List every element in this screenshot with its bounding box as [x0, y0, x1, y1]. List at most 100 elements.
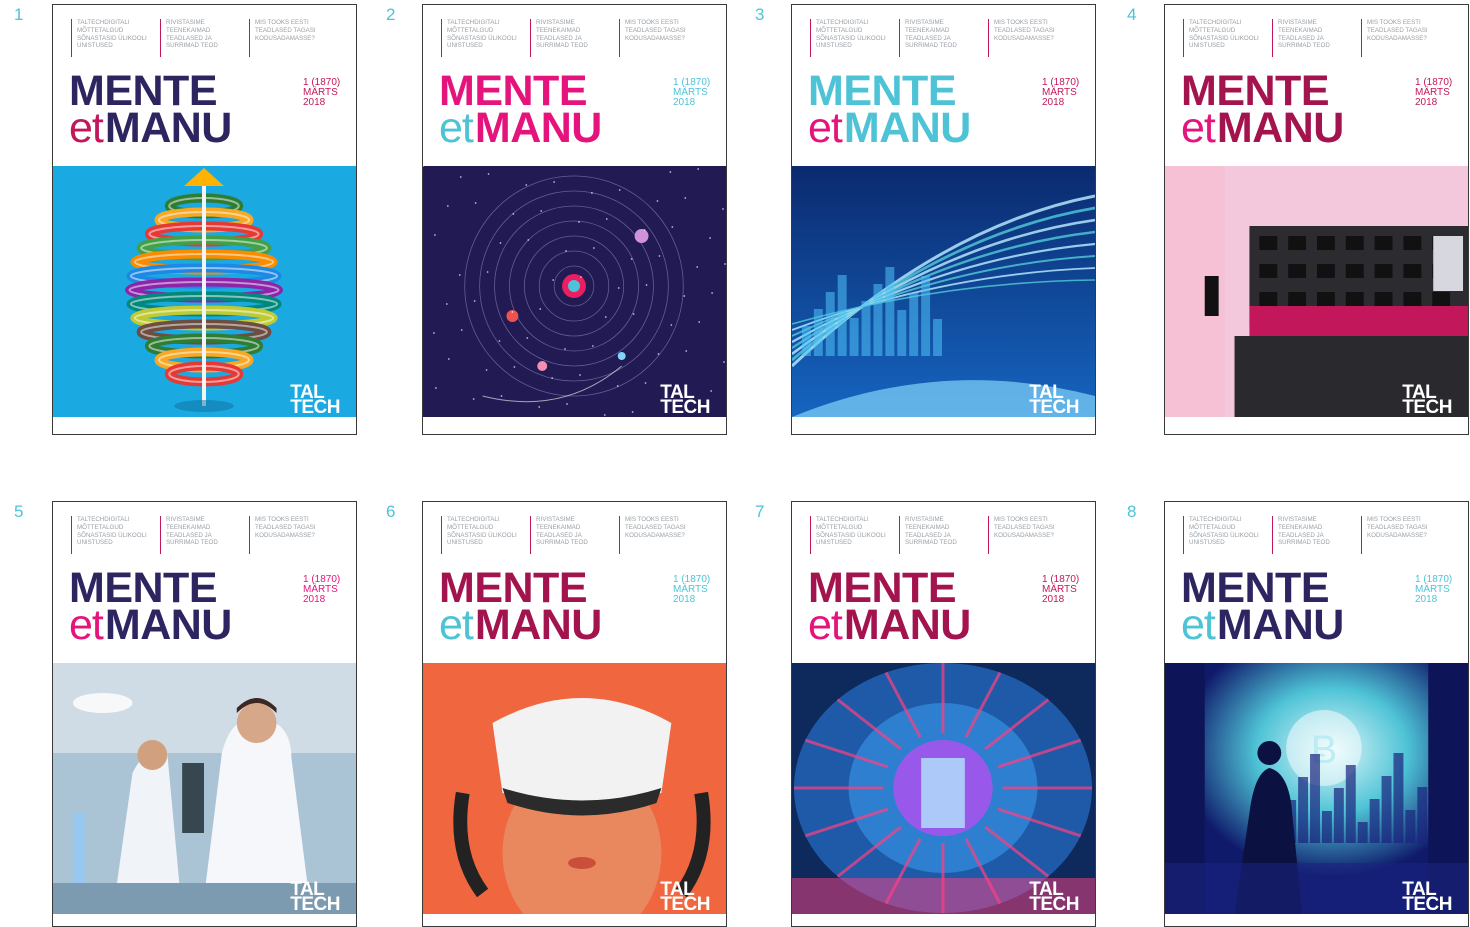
light-trails-city: [792, 166, 1095, 417]
teaser-line: TALTECHDIGITALI: [77, 516, 130, 523]
teaser-3: MIS TOOKS EESTI TEADLASED TAGASI KODUSADAM…: [1361, 19, 1451, 57]
teaser-3: MIS TOOKS EESTI TEADLASED TAGASI KODUSADAM…: [619, 516, 709, 554]
magazine-cover[interactable]: TALTECHDIGITALI MÕTTETALGUD SÕNASTASID ÜLI…: [791, 4, 1096, 435]
teaser-line: MÕTTETALGUD: [1189, 523, 1236, 531]
laboratory-scientists: [53, 663, 356, 914]
teaser-line: RIVISTASIME: [905, 19, 944, 26]
teaser-line: KODUSADAMASSE?: [994, 34, 1054, 42]
teaser-line: KODUSADAMASSE?: [994, 531, 1054, 539]
title-et-manu: etMANU: [1181, 604, 1344, 647]
issue-line: 2018: [303, 594, 326, 605]
title-et-manu: etMANU: [439, 107, 602, 150]
teaser-row: TALTECHDIGITALI MÕTTETALGUD SÕNASTASID ÜLI…: [441, 516, 711, 556]
teaser-line: UNISTUSED: [77, 539, 113, 547]
teaser-3: MIS TOOKS EESTI TEADLASED TAGASI KODUSADAM…: [1361, 516, 1451, 554]
teaser-line: TEENEKAIMAD: [1278, 523, 1323, 531]
teaser-line: TALTECHDIGITALI: [447, 19, 500, 26]
magazine-cover[interactable]: TALTECHDIGITALI MÕTTETALGUD SÕNASTASID ÜLI…: [52, 501, 357, 927]
teaser-line: TEENEKAIMAD: [1278, 26, 1323, 34]
teaser-line: UNISTUSED: [1189, 539, 1225, 547]
cover-header: TALTECHDIGITALI MÕTTETALGUD SÕNASTASID ÜLI…: [423, 5, 726, 166]
teaser-line: KODUSADAMASSE?: [625, 531, 685, 539]
title-manu: MANU: [474, 601, 602, 649]
title-manu: MANU: [474, 104, 602, 152]
teaser-2: RIVISTASIME TEENEKAIMAD TEADLASED JA SURRIM…: [1272, 19, 1358, 57]
teaser-line: KODUSADAMASSE?: [255, 531, 315, 539]
magazine-cover[interactable]: TALTECHDIGITALI MÕTTETALGUD SÕNASTASID ÜLI…: [1164, 4, 1469, 435]
magazine-cover[interactable]: TALTECHDIGITALI MÕTTETALGUD SÕNASTASID ÜLI…: [1164, 501, 1469, 927]
teaser-line: SURRIMAD TEOD: [905, 42, 957, 50]
teaser-line: TEADLASED JA: [166, 34, 212, 42]
teaser-line: TEADLASED TAGASI: [625, 523, 686, 531]
title-et: et: [808, 104, 843, 152]
title-et: et: [69, 104, 104, 152]
teaser-line: TALTECHDIGITALI: [1189, 516, 1242, 523]
taltech-logo: TAL TECH: [660, 880, 710, 914]
teaser-line: KODUSADAMASSE?: [625, 34, 685, 42]
teaser-3: MIS TOOKS EESTI TEADLASED TAGASI KODUSADAM…: [249, 19, 339, 57]
taltech-logo: TAL TECH: [290, 383, 340, 417]
title-et-manu: etMANU: [69, 107, 232, 150]
title-manu: MANU: [104, 104, 232, 152]
cover-header: TALTECHDIGITALI MÕTTETALGUD SÕNASTASID ÜLI…: [792, 5, 1095, 166]
title-et: et: [1181, 601, 1216, 649]
title-manu: MANU: [843, 104, 971, 152]
teaser-line: TEADLASED JA: [905, 34, 951, 42]
teaser-line: RIVISTASIME: [1278, 19, 1317, 26]
teaser-row: TALTECHDIGITALI MÕTTETALGUD SÕNASTASID ÜLI…: [810, 19, 1080, 59]
teaser-line: SÕNASTASID ÜLIKOOLI: [816, 531, 886, 539]
taltech-logo: TAL TECH: [1029, 383, 1079, 418]
logo-line: TECH: [290, 894, 340, 915]
magazine-cover[interactable]: TALTECHDIGITALI MÕTTETALGUD SÕNASTASID ÜLI…: [422, 501, 727, 927]
logo-line: TECH: [660, 397, 710, 418]
cover-number: 7: [755, 502, 765, 521]
teaser-row: TALTECHDIGITALI MÕTTETALGUD SÕNASTASID ÜLI…: [441, 19, 711, 59]
teaser-line: TEADLASED JA: [166, 531, 212, 539]
teaser-line: RIVISTASIME: [1278, 516, 1317, 523]
teaser-line: TEADLASED TAGASI: [625, 26, 686, 34]
teaser-line: SÕNASTASID ÜLIKOOLI: [447, 34, 517, 42]
teaser-line: SURRIMAD TEOD: [536, 42, 588, 50]
solar-system-illustration: [423, 166, 726, 417]
title-et: et: [69, 601, 104, 649]
teaser-row: TALTECHDIGITALI MÕTTETALGUD SÕNASTASID ÜLI…: [71, 516, 341, 556]
title-manu: MANU: [1216, 104, 1344, 152]
teaser-2: RIVISTASIME TEENEKAIMAD TEADLASED JA SURRIM…: [530, 19, 616, 57]
teaser-line: MIS TOOKS EESTI: [994, 19, 1048, 26]
taltech-logo: TAL TECH: [1029, 880, 1079, 914]
issue-line: 2018: [1042, 97, 1065, 108]
teaser-row: TALTECHDIGITALI MÕTTETALGUD SÕNASTASID ÜLI…: [1183, 516, 1453, 556]
teaser-line: SÕNASTASID ÜLIKOOLI: [77, 531, 147, 539]
title-manu: MANU: [1216, 601, 1344, 649]
teaser-line: TEADLASED TAGASI: [255, 26, 316, 34]
cover-header: TALTECHDIGITALI MÕTTETALGUD SÕNASTASID ÜLI…: [1165, 5, 1468, 166]
teaser-line: TALTECHDIGITALI: [816, 516, 869, 523]
teaser-line: UNISTUSED: [77, 42, 113, 50]
title-et-manu: etMANU: [69, 604, 232, 647]
teaser-line: TALTECHDIGITALI: [77, 19, 130, 26]
teaser-line: MIS TOOKS EESTI: [255, 516, 309, 523]
teaser-line: TEADLASED JA: [536, 531, 582, 539]
magazine-cover[interactable]: TALTECHDIGITALI MÕTTETALGUD SÕNASTASID ÜLI…: [791, 501, 1096, 927]
title-et: et: [808, 601, 843, 649]
teaser-1: TALTECHDIGITALI MÕTTETALGUD SÕNASTASID ÜLI…: [1183, 516, 1269, 554]
teaser-line: MÕTTETALGUD: [816, 523, 863, 531]
magazine-cover[interactable]: TALTECHDIGITALI MÕTTETALGUD SÕNASTASID ÜLI…: [422, 4, 727, 435]
teaser-2: RIVISTASIME TEENEKAIMAD TEADLASED JA SURRIM…: [530, 516, 616, 554]
teaser-line: TEADLASED TAGASI: [994, 523, 1055, 531]
cover-number: 4: [1127, 5, 1137, 24]
issue-info: 1 (1870) MÄRTS 2018: [1042, 78, 1079, 108]
logo-line: TECH: [1029, 397, 1079, 418]
magazine-cover[interactable]: TALTECHDIGITALI MÕTTETALGUD SÕNASTASID ÜLI…: [52, 4, 357, 435]
teaser-1: TALTECHDIGITALI MÕTTETALGUD SÕNASTASID ÜLI…: [441, 516, 527, 554]
teaser-1: TALTECHDIGITALI MÕTTETALGUD SÕNASTASID ÜLI…: [71, 516, 157, 554]
cover-header: TALTECHDIGITALI MÕTTETALGUD SÕNASTASID ÜLI…: [423, 502, 726, 663]
issue-info: 1 (1870) MÄRTS 2018: [673, 78, 710, 108]
taltech-logo: TAL TECH: [290, 880, 340, 915]
teaser-line: SÕNASTASID ÜLIKOOLI: [1189, 531, 1259, 539]
cover-header: TALTECHDIGITALI MÕTTETALGUD SÕNASTASID ÜLI…: [792, 502, 1095, 663]
teaser-2: RIVISTASIME TEENEKAIMAD TEADLASED JA SURRIM…: [1272, 516, 1358, 554]
teaser-line: KODUSADAMASSE?: [255, 34, 315, 42]
cover-number: 2: [386, 5, 396, 24]
issue-info: 1 (1870) MÄRTS 2018: [1042, 575, 1079, 605]
